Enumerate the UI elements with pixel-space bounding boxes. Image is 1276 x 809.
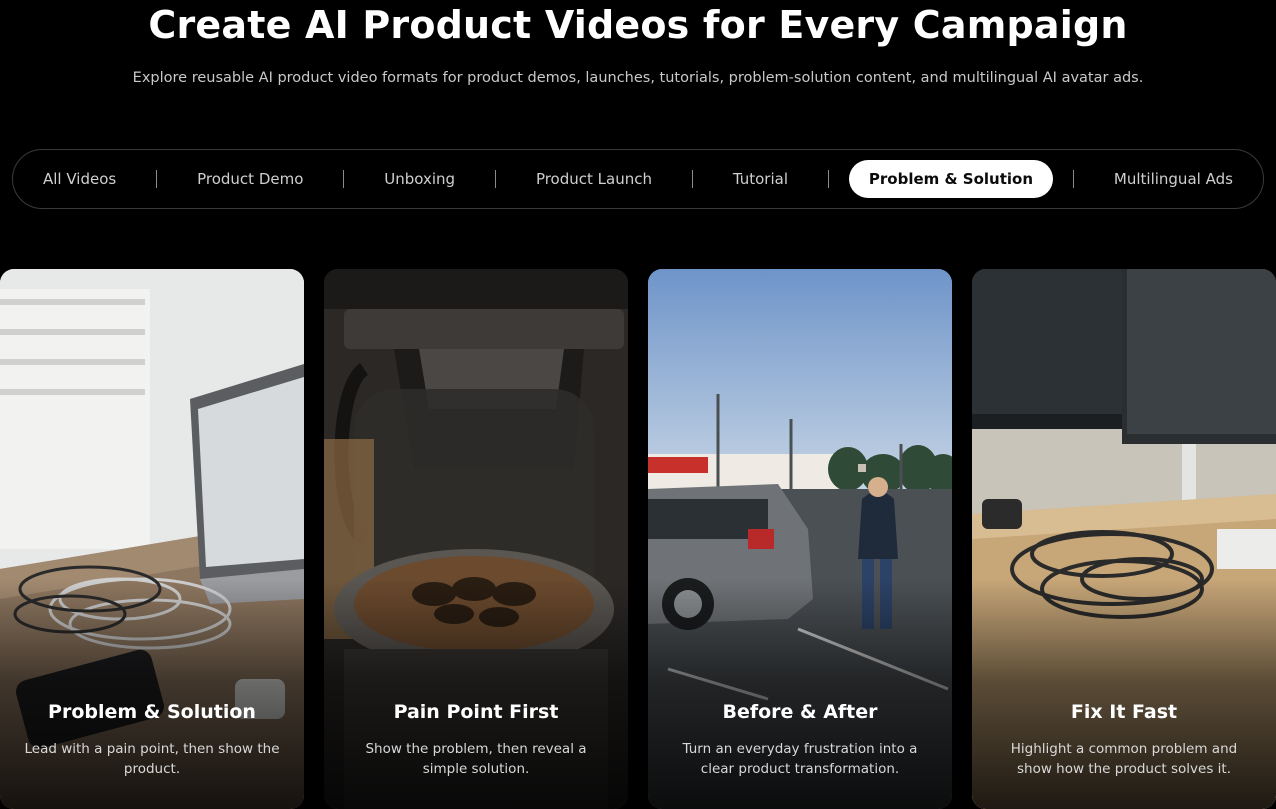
video-card-fix-it-fast[interactable]: Fix It Fast Highlight a common problem a… (972, 269, 1276, 809)
card-description: Show the problem, then reveal a simple s… (365, 741, 587, 777)
page-subtitle: Explore reusable AI product video format… (132, 70, 1144, 86)
video-card-pain-point-first[interactable]: Pain Point First Show the problem, then … (324, 269, 628, 809)
tab-divider (827, 170, 829, 188)
tab-all-videos[interactable]: All Videos (23, 160, 136, 198)
tab-divider (495, 170, 496, 188)
video-card-before-after[interactable]: Before & After Turn an everyday frustrat… (648, 269, 952, 809)
card-description: Highlight a common problem and show how … (1010, 741, 1238, 777)
tab-tutorial[interactable]: Tutorial (713, 160, 808, 198)
tab-product-launch[interactable]: Product Launch (516, 160, 672, 198)
card-title: Problem & Solution (48, 701, 256, 723)
tab-product-demo[interactable]: Product Demo (177, 160, 323, 198)
tab-divider (343, 170, 345, 188)
card-description: Turn an everyday frustration into a clea… (682, 741, 918, 777)
tab-problem-solution[interactable]: Problem & Solution (848, 160, 1054, 198)
video-card-grid: Problem & Solution Lead with a pain poin… (0, 269, 1276, 809)
card-title: Pain Point First (393, 701, 559, 723)
tab-unboxing[interactable]: Unboxing (364, 160, 475, 198)
tab-divider (1072, 170, 1074, 188)
page: Create AI Product Videos for Every Campa… (0, 0, 1276, 809)
card-title: Before & After (722, 701, 878, 723)
card-title: Fix It Fast (1070, 701, 1178, 723)
card-description: Lead with a pain point, then show the pr… (24, 741, 280, 777)
tab-divider (691, 170, 693, 188)
category-tabs: All Videos Product Demo Unboxing Product… (12, 149, 1264, 209)
tab-multilingual-ads[interactable]: Multilingual Ads (1094, 160, 1253, 198)
video-card-problem-solution[interactable]: Problem & Solution Lead with a pain poin… (0, 269, 304, 809)
page-title: Create AI Product Videos for Every Campa… (148, 3, 1128, 47)
tab-divider (156, 170, 158, 188)
